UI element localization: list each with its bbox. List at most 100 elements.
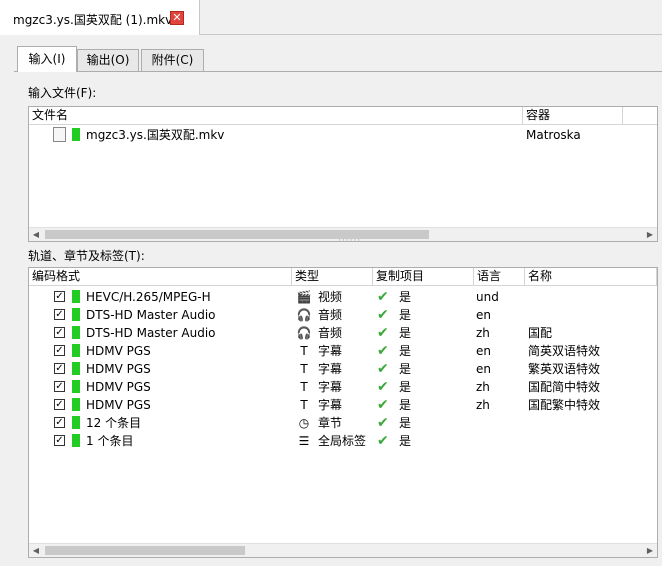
text-icon: T (300, 362, 308, 376)
track-marker (72, 434, 80, 447)
checkmark-icon: ✔ (377, 325, 389, 341)
track-checkbox[interactable]: ✓ (54, 399, 65, 410)
scroll-thumb[interactable] (45, 230, 429, 239)
clock-icon: ◷ (298, 416, 310, 430)
track-row[interactable]: ✓ DTS-HD Master Audio 🎧 音频 ✔ 是 en (30, 306, 658, 324)
column-language[interactable]: 语言 (474, 268, 525, 285)
track-copy: 是 (399, 380, 412, 394)
track-checkbox[interactable]: ✓ (54, 291, 65, 302)
file-row[interactable]: mgzc3.ys.国英双配.mkv Matroska (29, 126, 657, 144)
track-checkbox[interactable]: ✓ (54, 417, 65, 428)
track-row[interactable]: ✓ DTS-HD Master Audio 🎧 音频 ✔ 是 zh 国配 (30, 324, 658, 342)
input-files-list[interactable]: 文件名 容器 mgzc3.ys.国英双配.mkv Matroska ◀ ▶ (28, 106, 658, 242)
track-type: 视频 (318, 290, 343, 304)
scroll-right-icon[interactable]: ▶ (643, 228, 657, 241)
track-marker (72, 380, 80, 393)
column-copy[interactable]: 复制项目 (373, 268, 474, 285)
column-codec[interactable]: 编码格式 (29, 268, 292, 285)
track-codec: HEVC/H.265/MPEG-H (86, 290, 211, 304)
track-row[interactable]: ✓ 12 个条目 ◷ 章节 ✔ 是 (30, 414, 658, 432)
track-type: 字幕 (318, 362, 343, 376)
track-codec: HDMV PGS (86, 344, 151, 358)
track-type: 全局标签 (318, 434, 367, 448)
track-codec: HDMV PGS (86, 380, 151, 394)
file-icon (53, 127, 66, 142)
track-row[interactable]: ✓ HEVC/H.265/MPEG-H 🎬 视频 ✔ 是 und (30, 288, 658, 306)
track-copy: 是 (399, 308, 412, 322)
track-row[interactable]: ✓ HDMV PGS T 字幕 ✔ 是 en 繁英双语特效 (30, 360, 658, 378)
text-icon: T (300, 344, 308, 358)
input-files-header: 文件名 容器 (29, 107, 657, 125)
track-checkbox[interactable]: ✓ (54, 309, 65, 320)
scroll-right-icon[interactable]: ▶ (643, 544, 657, 557)
track-type: 音频 (318, 326, 343, 340)
tracks-header: 编码格式 类型 复制项目 语言 名称 (29, 268, 657, 286)
tabbar-divider (200, 34, 662, 35)
input-files-label: 输入文件(F): (28, 86, 97, 100)
track-checkbox[interactable]: ✓ (54, 381, 65, 392)
track-marker (72, 344, 80, 357)
track-type: 字幕 (318, 398, 343, 412)
checkmark-icon: ✔ (377, 433, 389, 449)
track-type: 音频 (318, 308, 343, 322)
tracks-list[interactable]: 编码格式 类型 复制项目 语言 名称 ✓ HEVC/H.265/MPEG-H 🎬 视频… (28, 267, 658, 558)
track-name: 国配繁中特效 (528, 398, 601, 412)
track-row[interactable]: ✓ HDMV PGS T 字幕 ✔ 是 zh 国配繁中特效 (30, 396, 658, 414)
track-marker (72, 416, 80, 429)
track-copy: 是 (399, 416, 412, 430)
track-checkbox[interactable]: ✓ (54, 345, 65, 356)
track-copy: 是 (399, 398, 412, 412)
track-codec: 12 个条目 (86, 416, 142, 430)
checkmark-icon: ✔ (377, 397, 389, 413)
track-marker (72, 362, 80, 375)
track-language: en (476, 308, 491, 322)
track-marker (72, 308, 80, 321)
file-marker (72, 128, 80, 141)
checkmark-icon: ✔ (377, 415, 389, 431)
track-row[interactable]: ✓ HDMV PGS T 字幕 ✔ 是 zh 国配简中特效 (30, 378, 658, 396)
text-icon: T (300, 380, 308, 394)
track-codec: DTS-HD Master Audio (86, 308, 216, 322)
track-checkbox[interactable]: ✓ (54, 363, 65, 374)
checkmark-icon: ✔ (377, 307, 389, 323)
checkmark-icon: ✔ (377, 343, 389, 359)
file-name: mgzc3.ys.国英双配.mkv (86, 128, 225, 142)
track-type: 字幕 (318, 380, 343, 394)
tab-attachments[interactable]: 附件(C) (141, 49, 204, 71)
track-marker (72, 290, 80, 303)
scroll-left-icon[interactable]: ◀ (29, 544, 43, 557)
headphones-icon: 🎧 (296, 308, 312, 322)
column-type[interactable]: 类型 (292, 268, 373, 285)
splitter-grip[interactable]: ······ (338, 236, 361, 246)
track-checkbox[interactable]: ✓ (54, 327, 65, 338)
scroll-left-icon[interactable]: ◀ (29, 228, 43, 241)
track-language: en (476, 344, 491, 358)
column-filename[interactable]: 文件名 (29, 107, 523, 124)
close-tab-icon[interactable]: ✕ (170, 11, 184, 25)
track-codec: HDMV PGS (86, 398, 151, 412)
track-name: 国配简中特效 (528, 380, 601, 394)
track-language: zh (476, 326, 490, 340)
tab-output[interactable]: 输出(O) (77, 49, 139, 71)
column-name[interactable]: 名称 (525, 268, 657, 285)
document-tab[interactable]: mgzc3.ys.国英双配 (1).mkv ✕ (0, 0, 200, 35)
tags-icon: ☰ (298, 434, 310, 448)
track-row[interactable]: ✓ 1 个条目 ☰ 全局标签 ✔ 是 (30, 432, 658, 450)
track-copy: 是 (399, 290, 412, 304)
track-copy: 是 (399, 344, 412, 358)
track-row[interactable]: ✓ HDMV PGS T 字幕 ✔ 是 en 简英双语特效 (30, 342, 658, 360)
tab-input[interactable]: 输入(I) (17, 46, 77, 72)
column-container[interactable]: 容器 (523, 107, 623, 124)
scroll-thumb[interactable] (45, 546, 245, 555)
checkmark-icon: ✔ (377, 379, 389, 395)
track-type: 字幕 (318, 344, 343, 358)
file-container: Matroska (526, 128, 581, 142)
track-name: 简英双语特效 (528, 344, 601, 358)
tracks-hscrollbar[interactable]: ◀ ▶ (29, 543, 657, 557)
track-copy: 是 (399, 326, 412, 340)
track-language: zh (476, 380, 490, 394)
track-copy: 是 (399, 362, 412, 376)
track-marker (72, 326, 80, 339)
track-codec: DTS-HD Master Audio (86, 326, 216, 340)
track-checkbox[interactable]: ✓ (54, 435, 65, 446)
